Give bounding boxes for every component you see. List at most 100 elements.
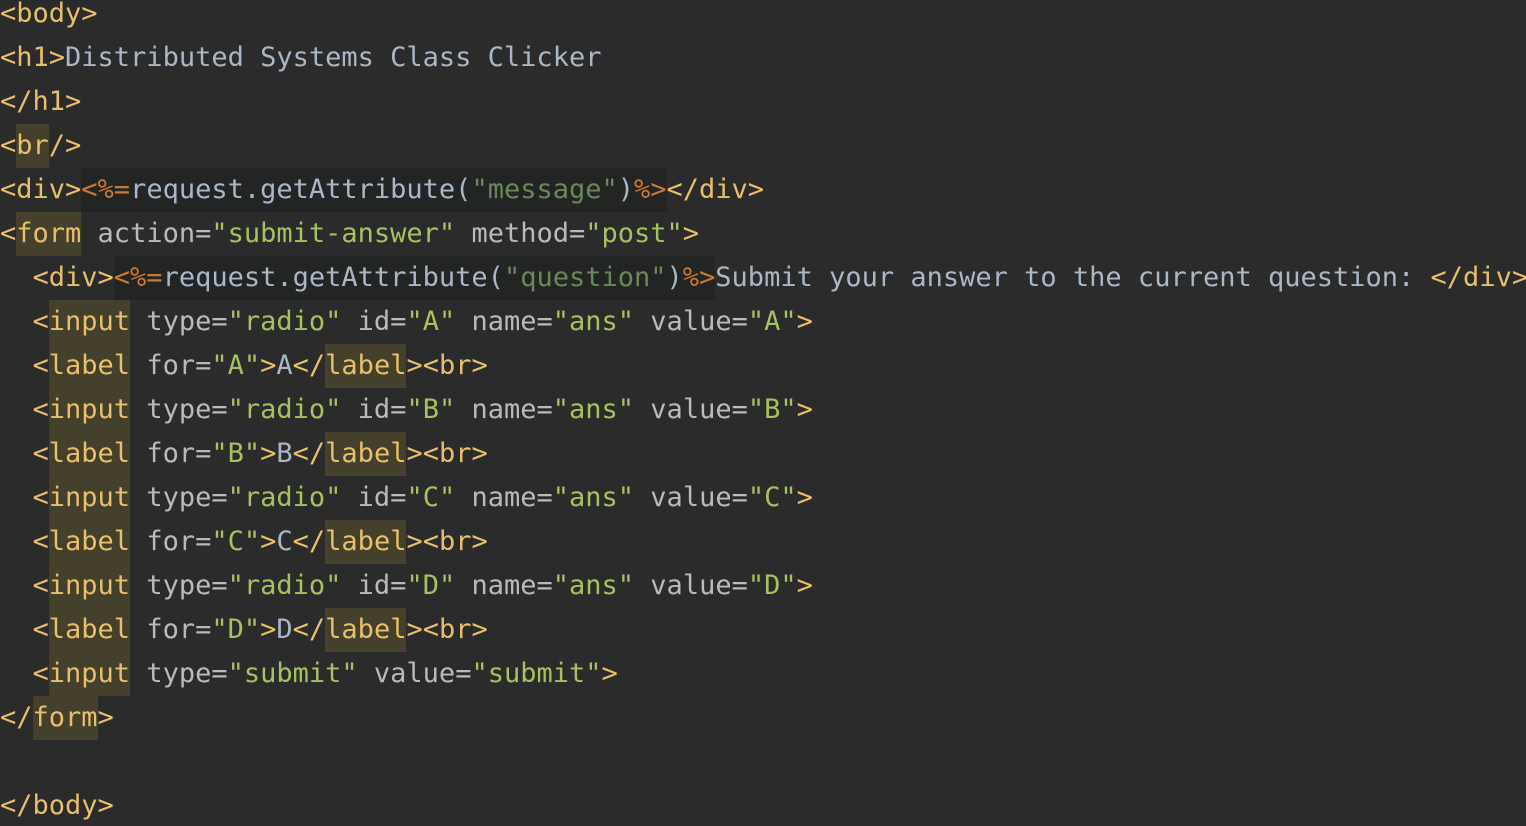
code-token: form (16, 212, 82, 256)
code-token: ><br> (406, 438, 488, 469)
code-token: > (260, 350, 277, 381)
code-token: label (325, 432, 407, 476)
code-line[interactable]: <form action="submit-answer" method="pos… (0, 212, 699, 256)
code-token: </ (292, 438, 326, 469)
code-token: label (48, 432, 131, 476)
code-token: "radio" (227, 306, 342, 337)
code-token: < (32, 394, 49, 425)
code-token: input (48, 388, 131, 432)
code-token: value= (634, 482, 748, 513)
code-token: label (325, 344, 407, 388)
code-line[interactable]: <br/> (0, 124, 81, 168)
code-token: id= (341, 306, 407, 337)
code-token: label (325, 520, 407, 564)
code-token: id= (341, 570, 407, 601)
code-token: "D" (747, 570, 797, 601)
code-token: br (16, 124, 49, 168)
code-token: id= (341, 482, 407, 513)
code-line[interactable]: <label for="B">B</label><br> (0, 432, 488, 476)
code-token: </ (292, 526, 326, 557)
code-line[interactable]: </body> (0, 784, 114, 826)
code-token: > (796, 570, 813, 601)
code-editor[interactable]: <body> <h1>Distributed Systems Class Clic… (0, 0, 1526, 826)
code-token: </ (292, 614, 326, 645)
code-token: </h1> (0, 86, 82, 117)
code-token: type= (130, 306, 228, 337)
code-token: method= (455, 218, 586, 249)
code-token: < (32, 438, 49, 469)
code-token: "message" (471, 168, 618, 212)
code-line[interactable]: </form> (0, 696, 114, 740)
code-token: %> (682, 256, 716, 300)
code-token: <%= (113, 256, 163, 300)
code-token: "submit-answer" (211, 218, 456, 249)
code-token: "B" (406, 394, 456, 425)
code-token: "radio" (227, 570, 342, 601)
code-token: "ans" (552, 306, 635, 337)
code-token: > (682, 218, 700, 249)
code-token: > (601, 658, 618, 689)
code-token: < (32, 570, 49, 601)
code-token: < (32, 482, 49, 513)
code-token: "radio" (227, 394, 342, 425)
code-token: /> (48, 130, 82, 161)
code-token: "C" (747, 482, 797, 513)
code-line[interactable]: <input type="radio" id="C" name="ans" va… (0, 476, 813, 520)
code-line[interactable]: <div><%=request.getAttribute("message")%… (0, 168, 764, 212)
code-token: value= (634, 306, 748, 337)
code-token: input (48, 476, 131, 520)
code-token: ><br> (406, 350, 488, 381)
code-token: name= (455, 306, 553, 337)
code-token: "radio" (227, 482, 342, 513)
code-token: for= (130, 526, 212, 557)
code-token: > (796, 482, 813, 513)
code-token: C (276, 526, 293, 557)
code-token: <body> (0, 0, 98, 29)
code-line[interactable]: <h1>Distributed Systems Class Clicker (0, 36, 601, 80)
code-line[interactable]: <label for="C">C</label><br> (0, 520, 488, 564)
code-token: action= (81, 218, 212, 249)
code-line[interactable]: <label for="D">D</label><br> (0, 608, 488, 652)
code-token: type= (130, 394, 228, 425)
code-token: > (796, 306, 813, 337)
code-line[interactable]: <input type="submit" value="submit"> (0, 652, 618, 696)
code-token: value= (357, 658, 472, 689)
code-token: "B" (747, 394, 797, 425)
code-token: value= (634, 570, 748, 601)
code-line[interactable]: <label for="A">A</label><br> (0, 344, 488, 388)
code-token: type= (130, 482, 228, 513)
code-line[interactable]: </h1> (0, 80, 81, 124)
code-line[interactable]: <input type="radio" id="A" name="ans" va… (0, 300, 813, 344)
code-token: "A" (747, 306, 797, 337)
code-token: "B" (211, 438, 261, 469)
code-token: "ans" (552, 482, 635, 513)
code-token: </div> (666, 174, 765, 205)
code-token: name= (455, 394, 553, 425)
code-line[interactable]: <input type="radio" id="B" name="ans" va… (0, 388, 813, 432)
code-token: ><br> (406, 614, 488, 645)
code-token: "C" (211, 526, 261, 557)
code-token: request.getAttribute( (130, 168, 472, 212)
code-token: for= (130, 350, 212, 381)
code-token: label (325, 608, 407, 652)
code-token: > (260, 438, 277, 469)
code-token: ) (666, 256, 683, 300)
code-token: < (32, 350, 49, 381)
code-line[interactable]: <input type="radio" id="D" name="ans" va… (0, 564, 813, 608)
code-token: > (97, 702, 114, 733)
code-token: ><br> (406, 526, 488, 557)
code-token: "D" (406, 570, 456, 601)
code-token: type= (130, 570, 228, 601)
code-token: input (48, 300, 131, 344)
code-line[interactable]: <body> (0, 0, 98, 36)
code-token: "post" (585, 218, 683, 249)
code-token: B (276, 438, 293, 469)
code-token: label (48, 608, 131, 652)
code-token: < (32, 658, 49, 689)
code-line[interactable]: <div><%=request.getAttribute("question")… (0, 256, 1526, 300)
code-token: < (32, 614, 49, 645)
